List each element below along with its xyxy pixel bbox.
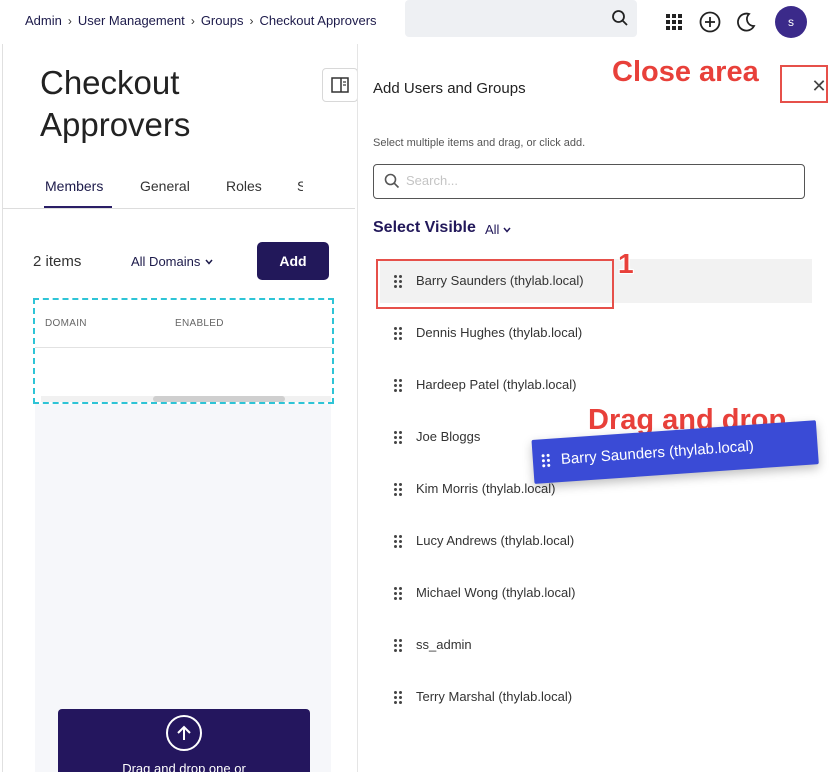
add-button[interactable]: Add [257,242,329,280]
close-area-annotation: Close area [612,56,759,88]
tab-roles[interactable]: Roles [226,178,262,194]
user-list-item[interactable]: Terry Marshal (thylab.local) [380,675,812,719]
items-count: 2 items [33,253,82,270]
page-title: Checkout Approvers [40,64,191,143]
drag-handle-icon[interactable] [394,587,404,601]
side-panel-icon [331,77,349,93]
domain-filter-value: All Domains [131,254,201,269]
close-area-highlight [780,65,828,103]
user-name: Michael Wong (thylab.local) [416,585,576,600]
user-avatar[interactable]: s [775,6,807,38]
add-circle-icon[interactable] [699,11,721,33]
breadcrumb: Admin › User Management › Groups › Check… [25,13,377,28]
column-domain[interactable]: DOMAIN [45,318,87,329]
drag-handle-icon[interactable] [394,431,404,445]
global-search-input[interactable] [405,0,637,37]
visible-filter-dropdown[interactable]: All [485,222,512,237]
user-name: Dennis Hughes (thylab.local) [416,325,583,340]
horizontal-scrollbar-thumb[interactable] [153,396,285,402]
top-bar: Admin › User Management › Groups › Check… [0,0,831,44]
chevron-down-icon [503,227,512,233]
user-name: ss_admin [416,637,472,652]
chevron-right-icon: › [249,13,254,28]
drawer-search-input[interactable] [406,173,786,188]
tab-truncated[interactable]: S [297,178,303,194]
search-icon [384,173,400,194]
tab-general[interactable]: General [140,178,190,194]
drawer-search-field[interactable] [373,164,805,199]
user-name: Hardeep Patel (thylab.local) [416,377,577,392]
breadcrumb-current: Checkout Approvers [259,13,377,28]
drawer-helper-text: Select multiple items and drag, or click… [373,137,586,149]
user-list-item[interactable]: Lucy Andrews (thylab.local) [380,519,812,563]
drag-handle-icon[interactable] [394,483,404,497]
search-icon[interactable] [611,9,629,32]
chevron-down-icon [205,259,213,265]
user-name: Lucy Andrews (thylab.local) [416,533,575,548]
step-number-annotation: 1 [618,248,634,279]
drag-handle-icon[interactable] [394,639,404,653]
drag-handle-icon[interactable] [394,327,404,341]
tab-members[interactable]: Members [45,178,103,194]
apps-grid-icon[interactable] [663,11,685,33]
step-highlight [376,259,614,309]
user-list-item[interactable]: Dennis Hughes (thylab.local) [380,311,812,355]
drop-zone[interactable]: Drag and drop one or [58,709,310,772]
breadcrumb-user-management[interactable]: User Management [78,13,185,28]
table-header: DOMAIN ENABLED [35,300,332,348]
drag-handle-icon[interactable] [394,535,404,549]
active-tab-indicator [44,206,112,208]
user-list-item[interactable]: ss_admin [380,623,812,667]
user-name: Joe Bloggs [416,429,481,444]
user-name: Terry Marshal (thylab.local) [416,689,573,704]
visible-filter-value: All [485,222,500,237]
drag-handle-icon[interactable] [394,379,404,393]
upload-arrow-icon [166,715,202,751]
user-list-item[interactable]: Hardeep Patel (thylab.local) [380,363,812,407]
select-visible-button[interactable]: Select Visible [373,219,476,237]
tab-bar: Members General Roles S [3,170,355,209]
dark-mode-moon-icon[interactable] [735,11,757,33]
drag-handle-icon [541,453,552,469]
breadcrumb-admin[interactable]: Admin [25,13,62,28]
chevron-right-icon: › [67,13,72,28]
left-border [2,44,3,772]
chevron-right-icon: › [190,13,195,28]
domain-filter-dropdown[interactable]: All Domains [131,254,214,269]
drag-handle-icon[interactable] [394,691,404,705]
dragged-user-label: Barry Saunders (thylab.local) [560,437,755,469]
drawer-title: Add Users and Groups [373,80,526,97]
drop-zone-text: Drag and drop one or [122,761,246,772]
members-drop-table[interactable]: DOMAIN ENABLED [33,298,334,404]
user-list-item[interactable]: Michael Wong (thylab.local) [380,571,812,615]
breadcrumb-groups[interactable]: Groups [201,13,244,28]
toggle-panel-button[interactable] [322,68,358,102]
column-enabled[interactable]: ENABLED [175,318,224,329]
